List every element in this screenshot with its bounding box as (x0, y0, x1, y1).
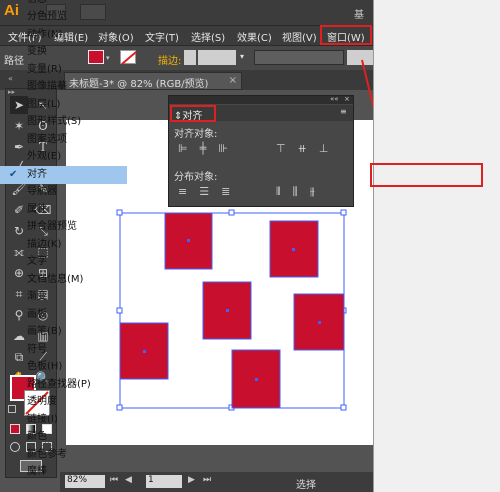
close-panel-icon[interactable]: × (344, 95, 350, 103)
menu-item-actions[interactable]: 动作(N) (0, 26, 127, 44)
menu-item-pathfinder[interactable]: 路径查找器(P) (0, 376, 127, 394)
align-left-icon[interactable]: ⊫ (178, 142, 200, 155)
menu-item-brushes[interactable]: 画笔(B) (0, 323, 127, 341)
align-objects-buttons[interactable]: ⊫╪⊪ (178, 142, 240, 155)
distribute-top-icon[interactable]: ≡ (178, 185, 199, 198)
menu-item-transform[interactable]: 变换 (0, 43, 127, 61)
collapse-panel-icon[interactable]: «« (330, 95, 339, 103)
align-top-icon[interactable]: ⊤ (276, 142, 298, 155)
menu-item-image-trace[interactable]: 图像描摹 (0, 78, 127, 96)
distribute-hcenter-icon[interactable]: ⫼ (293, 185, 310, 198)
distribute-vcenter-icon[interactable]: ☰ (199, 185, 221, 198)
menu-item-swatches[interactable]: 色板(H) (0, 358, 127, 376)
align-vcenter-icon[interactable]: ⧺ (298, 142, 319, 155)
distribute-bottom-icon[interactable]: ≣ (221, 185, 242, 198)
menu-item-flattener-preview[interactable]: 拼合器预览 (0, 218, 127, 236)
artboard-number: 1 (148, 475, 154, 485)
menu-item-color-guide[interactable]: 颜色参考 (0, 446, 127, 464)
menu-item-document-info[interactable]: 文档信息(M) (0, 271, 127, 289)
menu-item-align-label: 对齐 (27, 169, 47, 180)
menu-item-stroke[interactable]: 描边(K) (0, 236, 127, 254)
align-panel-titlebar[interactable] (169, 96, 353, 104)
menu-item-align-highlight (370, 163, 483, 187)
align-tab[interactable]: ⇕对齐 (174, 107, 202, 122)
distribute-objects-label: 分布对象: (174, 172, 218, 183)
menu-item-links[interactable]: 链接(I) (0, 411, 127, 429)
menu-item-symbols[interactable]: 符号 (0, 341, 127, 359)
menu-item-layers[interactable]: 图层(L) (0, 96, 127, 114)
menu-item-transparency[interactable]: 透明度 (0, 393, 127, 411)
align-vertical-buttons[interactable]: ⊤⧺⊥ (276, 142, 340, 155)
menu-item-magic-wand[interactable]: 魔棒 (0, 463, 127, 481)
menu-item-type[interactable]: 文字 (0, 253, 127, 271)
distribute-left-icon[interactable]: ⫴ (276, 185, 293, 198)
menu-item-color[interactable]: 颜色 (0, 428, 127, 446)
menu-item-graphic-styles[interactable]: 图形样式(S) (0, 113, 127, 131)
menu-item-align[interactable]: ✔ 对齐 (0, 166, 127, 184)
distribute-vertical-buttons[interactable]: ≡☰≣ (178, 185, 242, 198)
menu-item-attributes[interactable]: 属性 (0, 201, 127, 219)
menu-item-artboards[interactable]: 画板 (0, 306, 127, 324)
checkmark-icon: ✔ (9, 169, 18, 180)
last-artboard-icon[interactable]: ⏭ (203, 475, 211, 485)
align-objects-label: 对齐对象: (174, 129, 218, 140)
menu-item-separations-preview[interactable]: 分色预览 (0, 8, 127, 26)
panel-menu-icon[interactable]: ≡ (340, 107, 347, 116)
align-panel-title: 对齐 (182, 111, 203, 122)
artboard-number-field[interactable]: 1 (146, 475, 182, 488)
menu-item-navigator[interactable]: 导航器 (0, 183, 127, 201)
align-bottom-icon[interactable]: ⊥ (319, 142, 341, 155)
window-menu (373, 0, 500, 492)
distribute-horizontal-buttons[interactable]: ⫴⫼⫵ (276, 185, 327, 199)
distribute-right-icon[interactable]: ⫵ (310, 185, 327, 198)
next-artboard-icon[interactable]: ▶ (188, 475, 195, 485)
align-right-icon[interactable]: ⊪ (218, 142, 240, 155)
align-hcenter-icon[interactable]: ╪ (200, 142, 219, 155)
menu-item-pattern-options[interactable]: 图案选项 (0, 131, 127, 149)
menu-item-appearance[interactable]: 外观(E) (0, 148, 127, 166)
menu-item-gradient[interactable]: 渐变 (0, 288, 127, 306)
menu-item-variables[interactable]: 变量(R) (0, 61, 127, 79)
current-tool-status[interactable]: 选择 (296, 476, 316, 491)
